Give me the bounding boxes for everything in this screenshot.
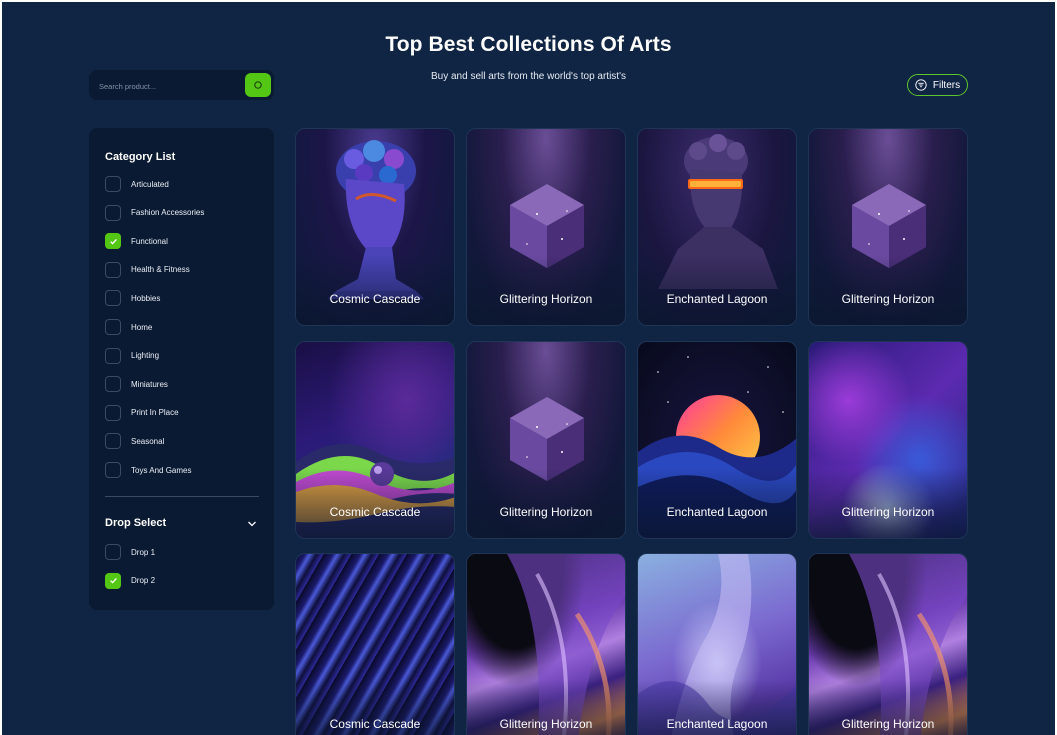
product-title: Enchanted Lagoon <box>666 505 768 519</box>
category-item[interactable]: Health & Fitness <box>105 261 190 279</box>
product-card[interactable]: Glittering Horizon <box>466 553 626 735</box>
product-title: Enchanted Lagoon <box>666 717 768 731</box>
checkbox[interactable] <box>105 376 121 393</box>
product-card[interactable]: Cosmic Cascade <box>295 553 455 735</box>
category-label: Hobbies <box>131 293 161 303</box>
product-card[interactable]: Enchanted Lagoon <box>637 128 797 326</box>
product-title: Glittering Horizon <box>499 292 593 306</box>
product-card[interactable]: Glittering Horizon <box>466 128 626 326</box>
card-shade <box>467 255 625 325</box>
category-item[interactable]: Hobbies <box>105 289 160 307</box>
search-bar <box>89 70 274 100</box>
filters-label: Filters <box>932 79 961 91</box>
page-title: Top Best Collections Of Arts <box>385 33 672 56</box>
checkbox[interactable] <box>105 462 121 478</box>
chevron-down-icon[interactable] <box>247 520 257 528</box>
filter-icon <box>915 79 927 91</box>
checkbox[interactable] <box>105 176 121 192</box>
checkbox[interactable] <box>105 544 121 560</box>
category-item[interactable]: Seasonal <box>105 432 164 450</box>
category-item[interactable]: Miniatures <box>105 375 168 393</box>
drop-item[interactable]: Drop 2 <box>105 572 155 590</box>
product-title: Glittering Horizon <box>841 505 935 519</box>
sidebar-divider <box>105 496 259 497</box>
category-item[interactable]: Lighting <box>105 347 159 365</box>
drop-label: Drop 1 <box>131 547 156 557</box>
category-item[interactable]: Articulated <box>105 175 169 193</box>
category-label: Fashion Accessories <box>131 208 205 218</box>
checkbox[interactable] <box>105 261 121 278</box>
product-title: Glittering Horizon <box>499 717 593 731</box>
card-shade <box>638 255 796 325</box>
category-label: Articulated <box>131 179 169 189</box>
category-list-title: Category List <box>105 151 176 163</box>
card-shade <box>809 255 967 325</box>
drop-select-title: Drop Select <box>105 517 167 529</box>
search-icon <box>254 81 262 89</box>
category-item[interactable]: Home <box>105 318 152 336</box>
product-title: Cosmic Cascade <box>329 505 421 519</box>
search-input[interactable] <box>97 77 241 95</box>
category-item[interactable]: Toys And Games <box>105 461 191 479</box>
card-shade <box>296 255 454 325</box>
category-label: Functional <box>131 236 168 246</box>
category-label: Seasonal <box>131 436 165 446</box>
check-icon <box>109 238 117 245</box>
drop-item[interactable]: Drop 1 <box>105 543 155 561</box>
product-card[interactable]: Enchanted Lagoon <box>637 553 797 735</box>
product-title: Enchanted Lagoon <box>666 292 768 306</box>
card-shade <box>467 468 625 538</box>
checkbox[interactable] <box>105 433 121 450</box>
product-card[interactable]: Glittering Horizon <box>808 341 968 539</box>
category-item[interactable]: Print In Place <box>105 404 179 422</box>
checkbox[interactable] <box>105 404 121 421</box>
checkbox[interactable] <box>105 233 121 250</box>
product-title: Cosmic Cascade <box>329 292 421 306</box>
category-label: Print In Place <box>131 408 179 418</box>
product-title: Glittering Horizon <box>841 292 935 306</box>
check-icon <box>109 578 117 584</box>
product-card[interactable]: Cosmic Cascade <box>295 341 455 539</box>
category-label: Lighting <box>131 351 160 361</box>
category-label: Miniatures <box>131 379 168 389</box>
checkbox[interactable] <box>105 204 121 221</box>
product-title: Glittering Horizon <box>841 717 935 731</box>
product-card[interactable]: Glittering Horizon <box>808 128 968 326</box>
filters-button[interactable]: Filters <box>907 74 968 96</box>
checkbox[interactable] <box>105 347 121 364</box>
product-card[interactable]: Glittering Horizon <box>466 341 626 539</box>
checkbox[interactable] <box>105 290 121 307</box>
product-title: Glittering Horizon <box>499 505 593 519</box>
category-item[interactable]: Fashion Accessories <box>105 204 204 222</box>
category-item[interactable]: Functional <box>105 232 168 250</box>
card-shade <box>296 468 454 538</box>
drop-label: Drop 2 <box>131 576 156 586</box>
product-card[interactable]: Glittering Horizon <box>808 553 968 735</box>
category-label: Home <box>131 322 153 332</box>
card-shade <box>638 468 796 538</box>
category-label: Health & Fitness <box>131 265 190 275</box>
checkbox[interactable] <box>105 572 121 589</box>
card-shade <box>809 468 967 538</box>
checkbox[interactable] <box>105 319 121 335</box>
page: Top Best Collections Of Arts Buy and sel… <box>2 2 1055 735</box>
category-label: Toys And Games <box>131 465 192 475</box>
sidebar: Category List Articulated Fashion Accesso… <box>89 128 274 610</box>
product-title: Cosmic Cascade <box>329 717 421 731</box>
search-button[interactable] <box>245 73 271 97</box>
product-card[interactable]: Cosmic Cascade <box>295 128 455 326</box>
product-card[interactable]: Enchanted Lagoon <box>637 341 797 539</box>
